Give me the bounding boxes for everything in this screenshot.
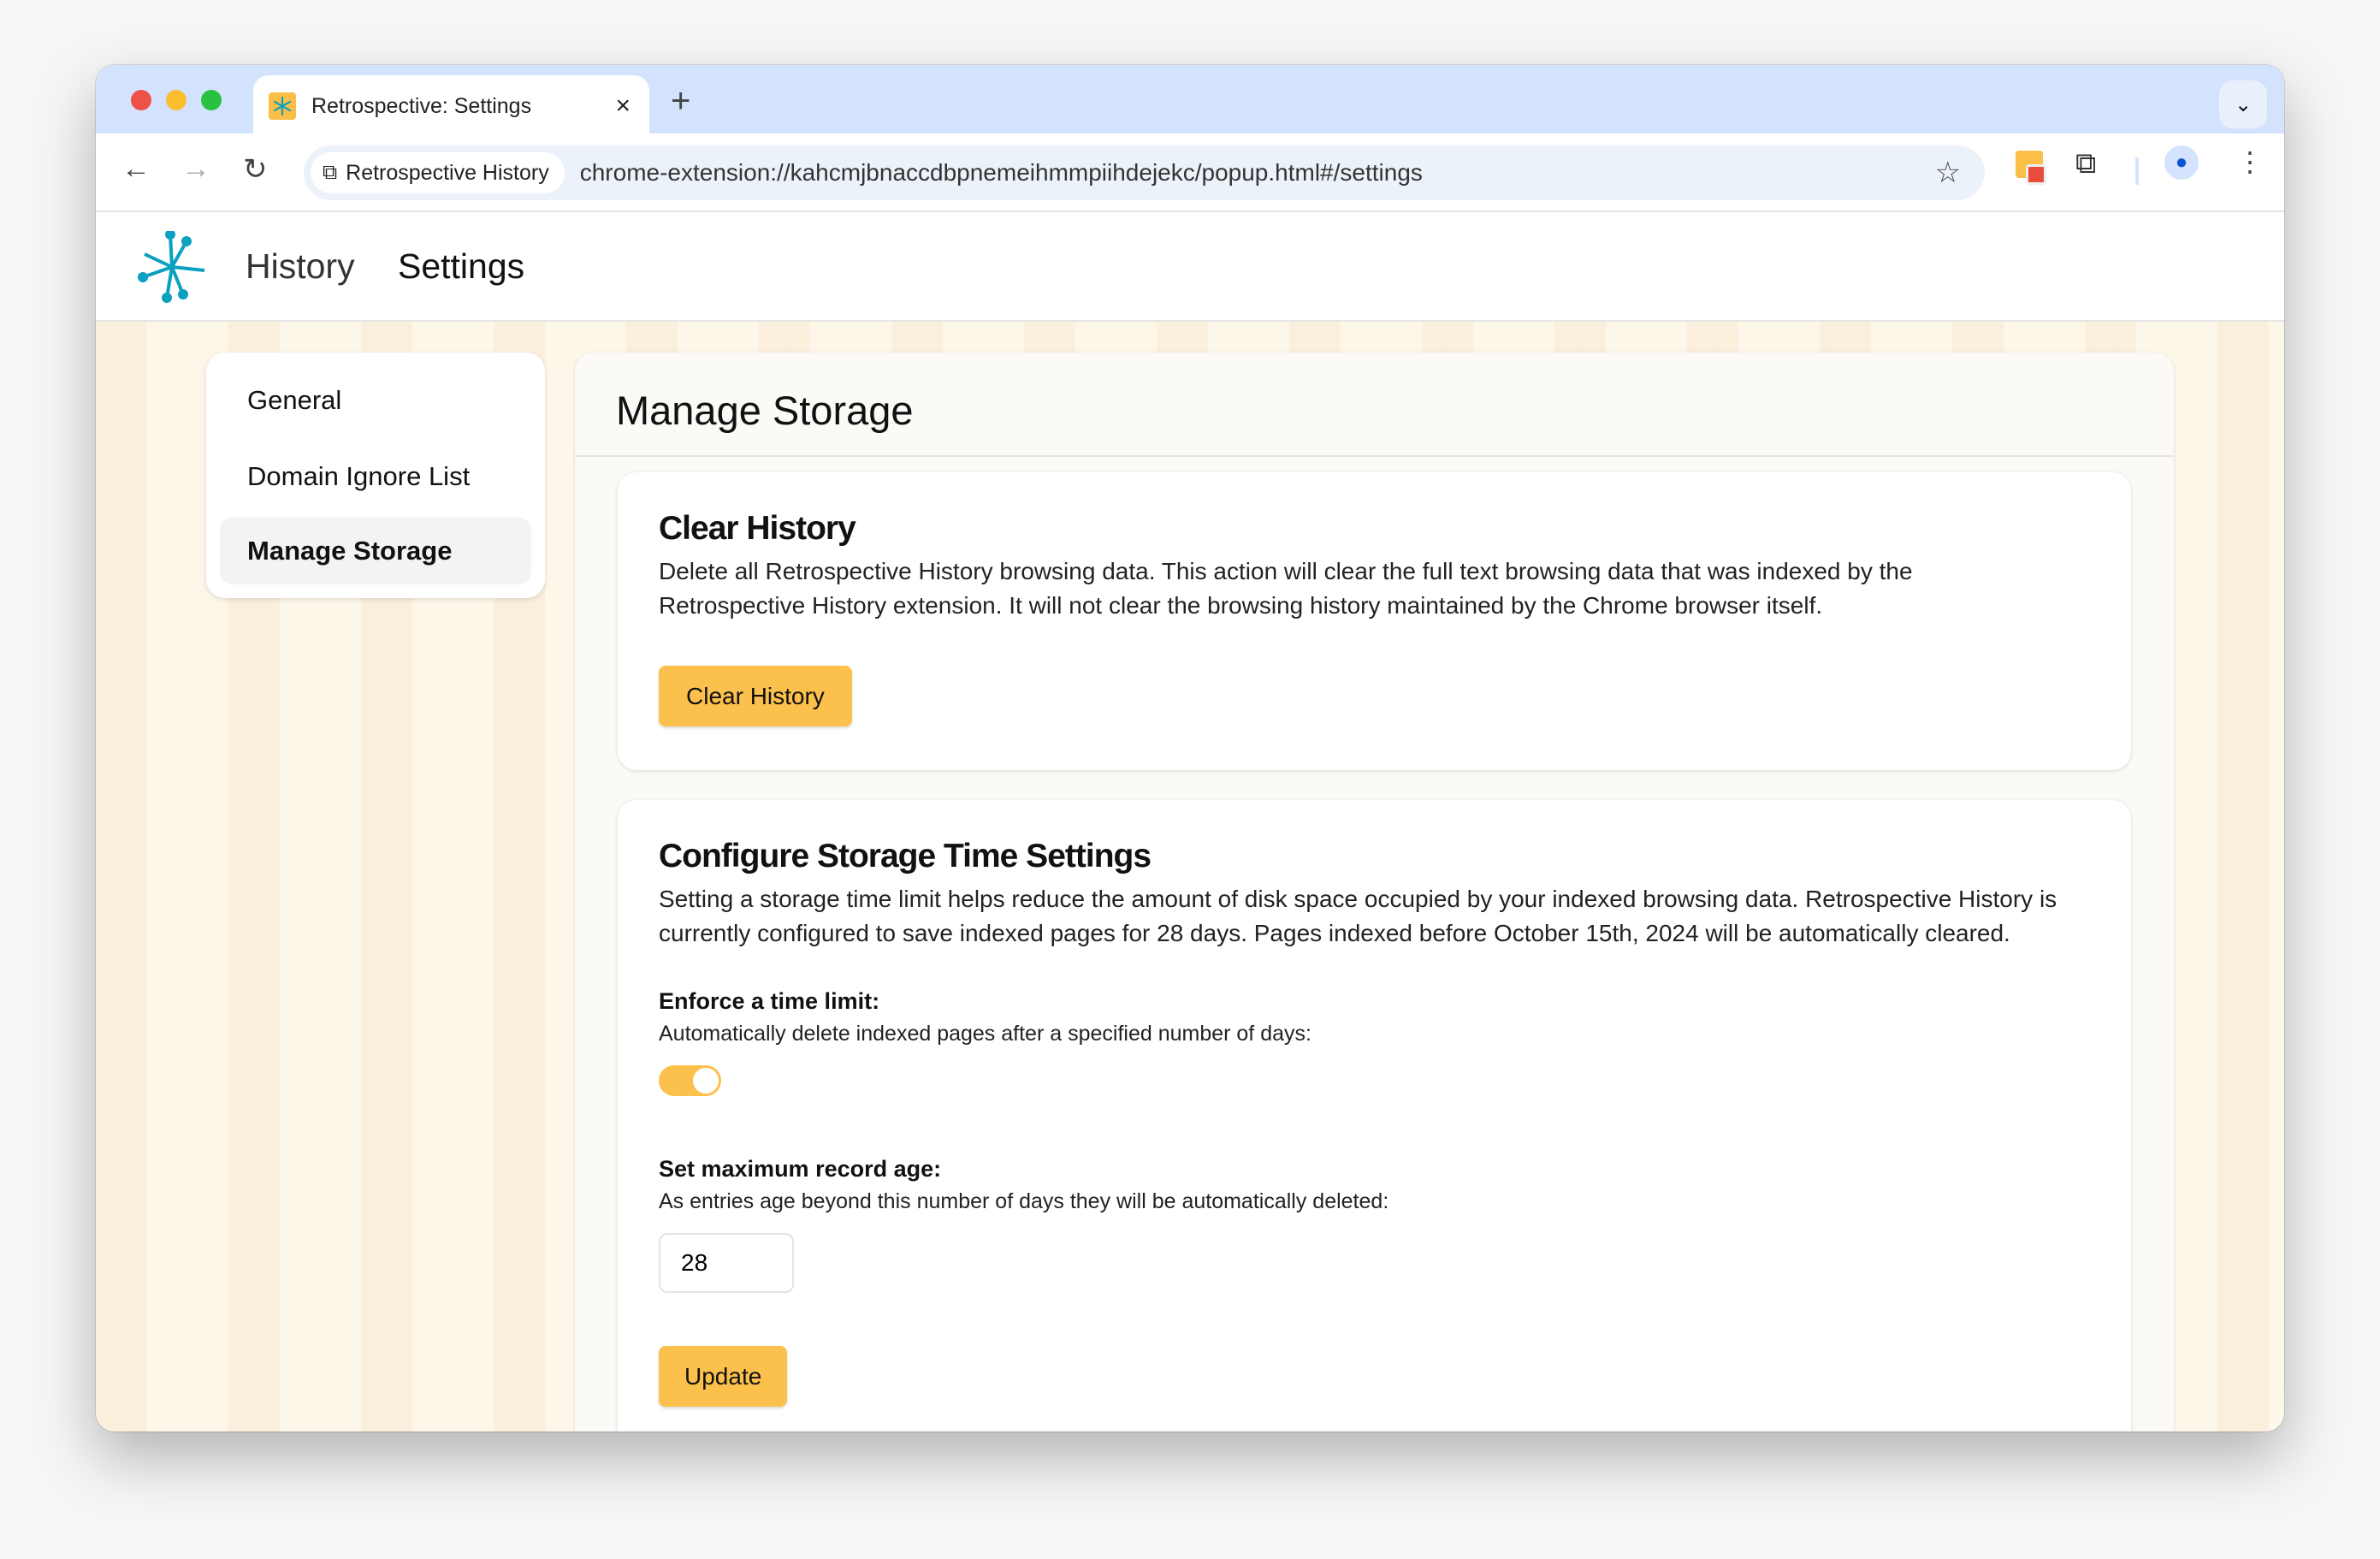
nav-history[interactable]: History	[246, 246, 355, 287]
clear-history-title: Clear History	[659, 510, 856, 547]
browser-window: Retrospective: Settings × + ⌄ ← → ↻ ⧉ Re…	[96, 65, 2284, 1432]
tab-retrospective-settings[interactable]: Retrospective: Settings ×	[253, 75, 649, 137]
extension-chip[interactable]: ⧉ Retrospective History	[311, 152, 565, 193]
page-title: Manage Storage	[616, 388, 914, 433]
app-header: History Settings	[96, 212, 2284, 322]
retrospective-logo-icon	[138, 231, 205, 303]
content-area: General Domain Ignore List Manage Storag…	[96, 322, 2284, 1432]
max-record-age-input[interactable]	[659, 1233, 794, 1293]
extension-puzzle-icon: ⧉	[323, 161, 338, 184]
retrospective-extension-icon[interactable]	[2016, 151, 2048, 185]
tab-bar: Retrospective: Settings × + ⌄	[96, 65, 2284, 137]
enforce-time-limit-toggle[interactable]	[659, 1065, 721, 1096]
clear-history-button[interactable]: Clear History	[659, 666, 852, 726]
url-text[interactable]: chrome-extension://kahcmjbnaccdbpnemeihm…	[580, 159, 1423, 187]
profile-icon[interactable]: ●	[2164, 145, 2199, 180]
forward-icon[interactable]: →	[181, 152, 210, 186]
bookmark-star-icon[interactable]: ☆	[1935, 156, 1961, 190]
toolbar: ← → ↻ ⧉ Retrospective History chrome-ext…	[96, 133, 2284, 212]
close-window-button[interactable]	[131, 90, 151, 110]
storage-time-settings-card: Configure Storage Time Settings Setting …	[618, 800, 2131, 1432]
extensions-puzzle-icon[interactable]: ⧉	[2075, 147, 2096, 181]
clear-history-card: Clear History Delete all Retrospective H…	[618, 472, 2131, 770]
enforce-time-limit-description: Automatically delete indexed pages after…	[659, 1022, 1311, 1046]
tab-search-chevron-down-icon[interactable]: ⌄	[2219, 80, 2267, 128]
sidebar-item-general[interactable]: General	[220, 367, 531, 434]
storage-settings-description: Setting a storage time limit helps reduc…	[659, 886, 2057, 946]
toolbar-divider	[2135, 157, 2139, 185]
max-record-age-description: As entries age beyond this number of day…	[659, 1189, 1389, 1213]
reload-icon[interactable]: ↻	[243, 152, 268, 187]
new-tab-button[interactable]: +	[671, 82, 690, 121]
sidebar-item-manage-storage[interactable]: Manage Storage	[220, 518, 531, 584]
address-bar[interactable]: ⧉ Retrospective History chrome-extension…	[304, 145, 1985, 200]
back-icon[interactable]: ←	[121, 152, 151, 186]
divider	[575, 455, 2174, 457]
more-menu-icon[interactable]: ⋮	[2236, 145, 2264, 178]
clear-history-description: Delete all Retrospective History browsin…	[659, 558, 1913, 619]
retrospective-favicon-icon	[269, 92, 296, 120]
nav-settings[interactable]: Settings	[398, 246, 524, 287]
settings-sidebar: General Domain Ignore List Manage Storag…	[206, 353, 545, 598]
storage-settings-title: Configure Storage Time Settings	[659, 838, 1152, 874]
max-record-age-label: Set maximum record age:	[659, 1156, 942, 1182]
minimize-window-button[interactable]	[166, 90, 186, 110]
maximize-window-button[interactable]	[201, 90, 222, 110]
tab-close-icon[interactable]: ×	[615, 92, 631, 121]
main-panel: Manage Storage Clear History Delete all …	[575, 353, 2174, 1432]
toggle-knob	[693, 1068, 719, 1094]
sidebar-item-domain-ignore-list[interactable]: Domain Ignore List	[220, 443, 531, 510]
enforce-time-limit-label: Enforce a time limit:	[659, 988, 880, 1014]
tab-title: Retrospective: Settings	[311, 93, 532, 118]
extension-chip-label: Retrospective History	[346, 160, 549, 185]
update-button[interactable]: Update	[659, 1346, 788, 1407]
